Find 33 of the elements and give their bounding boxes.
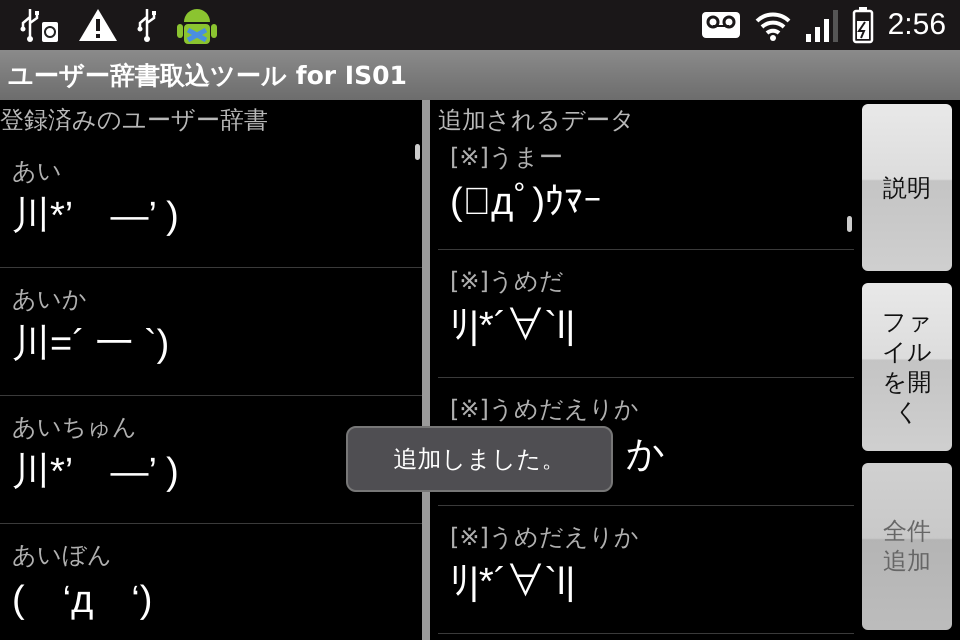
added-toast: 追加しました。 xyxy=(346,426,613,492)
side-button[interactable]: 説明 xyxy=(862,104,952,272)
clock: 2:56 xyxy=(888,8,946,42)
reading-text: [※]うめだ xyxy=(450,266,564,297)
reading-text: あいか xyxy=(12,284,87,315)
reading-text: [※]うめだえりか xyxy=(450,394,639,425)
list-item[interactable]: [※]うめだ ﾘ|*´∀`l| xyxy=(438,250,854,378)
usb-icon xyxy=(136,7,158,43)
list-heading: 登録済みのユーザー辞書 xyxy=(0,105,269,136)
reading-text: あい xyxy=(12,156,62,187)
word-text: (ﾟдﾟ)ｳﾏｰ xyxy=(450,180,602,225)
word-text: か xyxy=(626,432,665,477)
warning-icon xyxy=(78,8,118,42)
reading-text: [※]うめだえりか xyxy=(450,522,639,553)
reading-text: [※]うまー xyxy=(450,142,563,173)
usb-storage-icon xyxy=(18,7,60,43)
scrollbar-thumb xyxy=(847,216,852,232)
list-item[interactable]: [※]うめだえりか ﾘ|*´∀`l| xyxy=(438,506,854,634)
scrollbar-thumb xyxy=(415,144,420,160)
word-text: 川*’ —’ ) xyxy=(12,194,179,239)
battery-charging-icon xyxy=(852,6,874,44)
reading-text: あいぼん xyxy=(12,540,112,571)
side-button[interactable]: ファイルを開く xyxy=(862,283,952,451)
word-text: ﾘ|*´∀`l| xyxy=(450,304,576,349)
window-title: ユーザー辞書取込ツール for IS01 xyxy=(8,60,407,92)
voicemail-icon xyxy=(702,12,740,38)
list-heading: 追加されるデータ xyxy=(438,105,636,136)
word-text: 川*’ —’ ) xyxy=(12,450,179,495)
word-text: ﾘ|*´∀`l| xyxy=(450,560,576,605)
word-text: 川=´ 一 `) xyxy=(12,322,170,367)
signal-icon xyxy=(806,8,838,42)
reading-text: あいちゅん xyxy=(12,412,137,443)
word-text: ( ‘д ‘) xyxy=(12,578,152,623)
